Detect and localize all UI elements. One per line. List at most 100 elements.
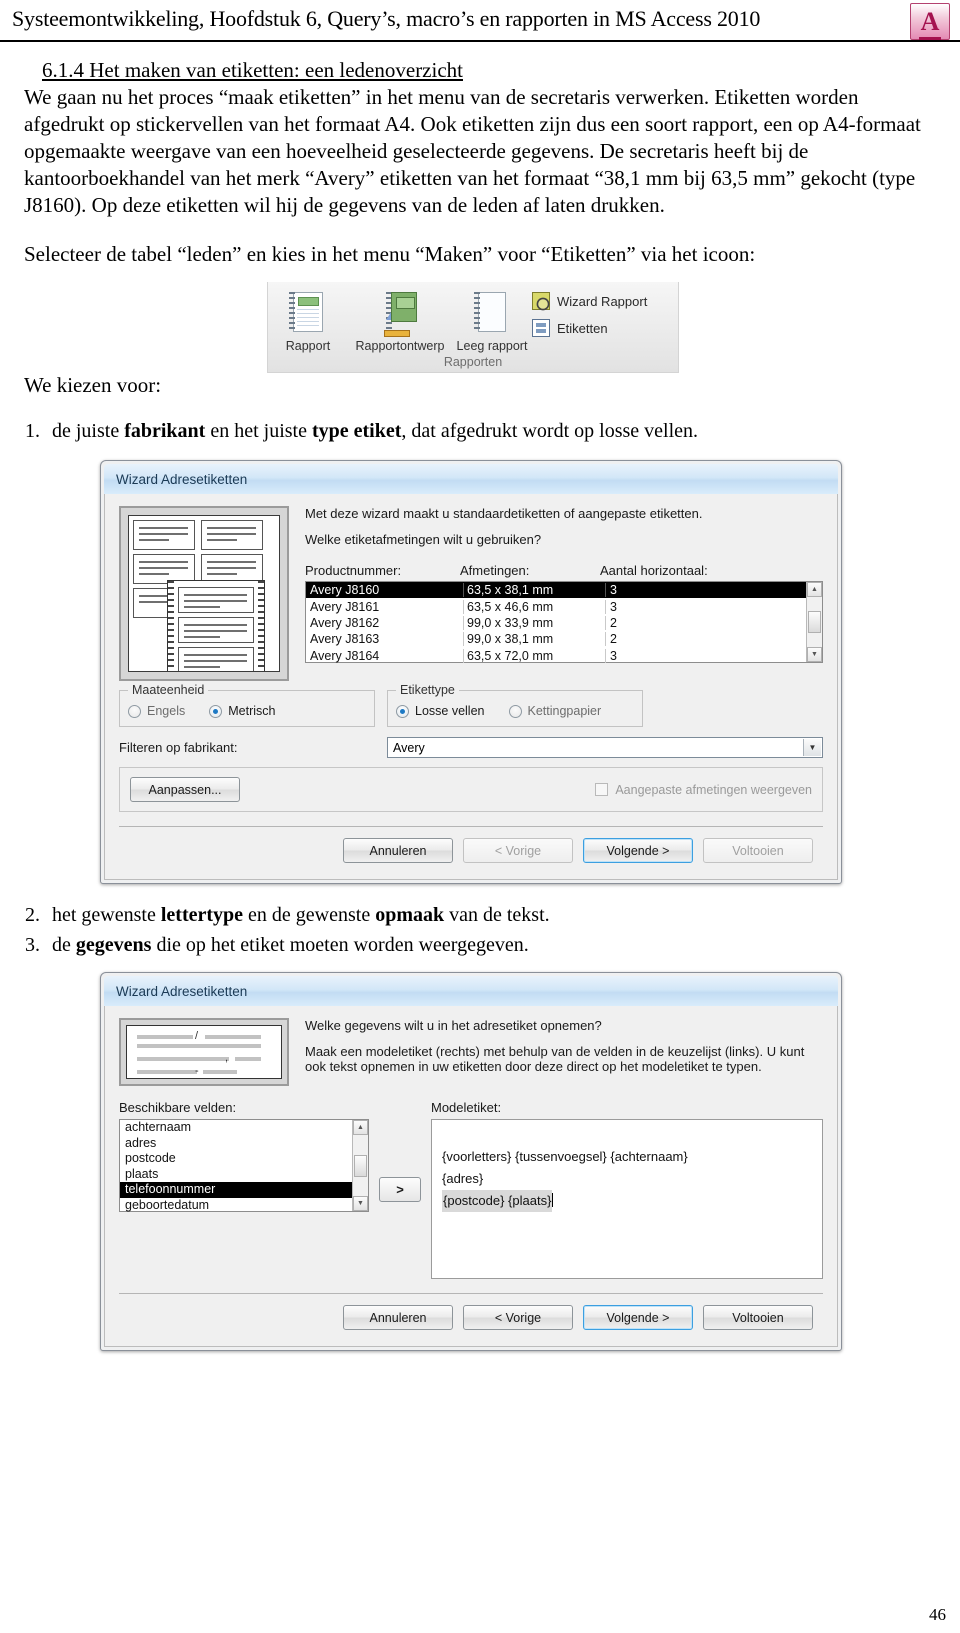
list-item-number: 2. xyxy=(25,904,40,926)
wizard-dialog-step1: Wizard Adresetiketten Met deze wizard ma… xyxy=(100,460,842,884)
radio-engels[interactable]: Engels xyxy=(128,704,185,718)
report-design-icon xyxy=(380,290,420,337)
scroll-down-arrow-icon[interactable]: ▼ xyxy=(353,1196,368,1211)
dialog1-titlebar: Wizard Adresetiketten xyxy=(104,464,838,494)
custom-sizes-checkbox[interactable] xyxy=(595,783,609,796)
scroll-up-arrow-icon[interactable]: ▲ xyxy=(353,1120,368,1135)
scroll-down-arrow-icon[interactable]: ▼ xyxy=(807,647,822,662)
cell-size: 99,0 x 33,9 mm xyxy=(463,615,605,630)
model-label-line: {adres} xyxy=(442,1171,484,1186)
unit-fieldset-legend: Maateenheid xyxy=(128,683,209,697)
cell-size: 63,5 x 46,6 mm xyxy=(463,599,605,614)
radio-kettingpapier-icon xyxy=(508,704,522,718)
manufacturer-combobox[interactable]: Avery ▼ xyxy=(387,737,823,758)
cell-across: 3 xyxy=(605,583,806,598)
label-size-row[interactable]: Avery J8160 63,5 x 38,1 mm 3 xyxy=(306,582,806,599)
cell-across: 2 xyxy=(605,615,806,630)
blank-report-icon xyxy=(472,290,512,336)
dialog1-question-1: Met deze wizard maakt u standaardetikett… xyxy=(305,506,703,521)
available-field-row[interactable]: achternaam xyxy=(120,1120,352,1136)
available-fields-listbox[interactable]: achternaam adres postcode plaats telefoonnum… xyxy=(119,1119,369,1212)
labeltype-fieldset-legend: Etikettype xyxy=(396,683,459,697)
radio-engels-icon xyxy=(128,704,141,718)
section-heading: 6.1.4 Het maken van etiketten: een leden… xyxy=(42,58,463,82)
report-document-icon xyxy=(288,290,328,336)
radio-losse-vellen[interactable]: Losse vellen xyxy=(396,704,485,718)
label-size-row[interactable]: Avery J8163 99,0 x 38,1 mm 2 xyxy=(306,631,806,647)
label-size-listbox[interactable]: Avery J8160 63,5 x 38,1 mm 3 Avery J8161 63,… xyxy=(305,581,823,663)
radio-engels-label: Engels xyxy=(147,704,186,718)
ribbon-button-rapportontwerp[interactable]: Rapportontwerp xyxy=(344,288,456,353)
dialog1-annuleren-button[interactable]: Annuleren xyxy=(343,838,453,863)
cell-size: 63,5 x 72,0 mm xyxy=(463,648,605,663)
scroll-up-arrow-icon[interactable]: ▲ xyxy=(807,582,822,597)
ribbon-item-wizard-rapport-label: Wizard Rapport xyxy=(557,293,648,309)
radio-metrisch[interactable]: Metrisch xyxy=(209,704,275,718)
unit-fieldset: Maateenheid Engels Metrisch xyxy=(119,683,375,727)
dialog2-annuleren-button[interactable]: Annuleren xyxy=(343,1305,453,1330)
radio-kettingpapier[interactable]: Kettingpapier xyxy=(508,704,602,718)
available-field-row[interactable]: telefoonnummer xyxy=(120,1182,352,1198)
scrollbar-thumb[interactable] xyxy=(808,611,821,633)
ribbon-screenshot: Rapport Rapportontwerp Leeg rapport Wiza… xyxy=(12,282,928,373)
ribbon-button-leeg-rapport[interactable]: Leeg rapport xyxy=(456,288,528,353)
ribbon-group-rapporten: Rapport Rapportontwerp Leeg rapport Wiza… xyxy=(267,282,679,373)
label-size-row[interactable]: Avery J8164 63,5 x 72,0 mm 3 xyxy=(306,648,806,664)
cell-product: Avery J8160 xyxy=(310,583,380,598)
radio-metrisch-label: Metrisch xyxy=(228,704,276,718)
we-kiezen-voor-text: We kiezen voor: xyxy=(24,373,162,397)
chevron-down-icon[interactable]: ▼ xyxy=(803,739,821,756)
listbox-scrollbar[interactable]: ▲ ▼ xyxy=(806,582,822,662)
cell-product: Avery J8164 xyxy=(310,648,380,663)
available-fields-label: Beschikbare velden: xyxy=(119,1100,237,1115)
cell-product: Avery J8163 xyxy=(310,632,380,647)
ribbon-item-wizard-rapport[interactable]: Wizard Rapport xyxy=(532,292,647,310)
available-field-row[interactable]: geboortedatum xyxy=(120,1198,352,1214)
ribbon-button-rapport[interactable]: Rapport xyxy=(272,288,344,353)
access-logo-letter: A xyxy=(920,6,940,36)
dialog1-button-row: Annuleren < Vorige Volgende > Voltooien xyxy=(119,827,823,869)
move-field-right-button[interactable]: > xyxy=(379,1177,421,1202)
dialog1-voltooien-button[interactable]: Voltooien xyxy=(703,838,813,863)
label-size-row[interactable]: Avery J8161 63,5 x 46,6 mm 3 xyxy=(306,598,806,614)
dialog2-voltooien-button[interactable]: Voltooien xyxy=(703,1305,813,1330)
dialog1-list-headers: Productnummer: Afmetingen: Aantal horizo… xyxy=(305,563,823,578)
wizard-dialog-step3: Wizard Adresetiketten / , - Welke gegeve… xyxy=(100,972,842,1351)
radio-kettingpapier-label: Kettingpapier xyxy=(527,704,602,718)
page-header: Systeemontwikkeling, Hoofdstuk 6, Query’… xyxy=(0,0,960,42)
model-label-editor[interactable]: {voorletters} {tussenvoegsel} {achternaa… xyxy=(431,1119,823,1279)
cell-across: 2 xyxy=(605,632,806,647)
available-field-row[interactable]: plaats xyxy=(120,1167,352,1183)
dialog2-vorige-button[interactable]: < Vorige xyxy=(463,1305,573,1330)
cell-product: Avery J8162 xyxy=(310,615,380,630)
scrollbar-thumb[interactable] xyxy=(354,1154,367,1177)
dialog2-titlebar: Wizard Adresetiketten xyxy=(104,976,838,1006)
fields-scrollbar[interactable]: ▲ ▼ xyxy=(352,1120,368,1211)
model-label-line: {postcode} {plaats} xyxy=(442,1190,822,1212)
ribbon-item-etiketten-label: Etiketten xyxy=(557,320,608,336)
model-label-caption: Modeletiket: xyxy=(431,1100,502,1115)
label-size-row[interactable]: Avery J8162 99,0 x 33,9 mm 2 xyxy=(306,615,806,631)
aanpassen-button[interactable]: Aanpassen... xyxy=(130,777,240,802)
ribbon-button-leeg-rapport-label: Leeg rapport xyxy=(456,339,528,353)
list-item: 2. het gewenste lettertype en de gewenst… xyxy=(12,900,928,930)
custom-sizes-checkbox-label: Aangepaste afmetingen weergeven xyxy=(615,782,812,797)
list-item: 3. de gegevens die op het etiket moeten … xyxy=(12,930,928,960)
ribbon-item-etiketten[interactable]: Etiketten xyxy=(532,319,647,337)
ribbon-button-rapportontwerp-label: Rapportontwerp xyxy=(355,339,445,353)
paragraph-select-table: Selecteer de tabel “leden” en kies in he… xyxy=(24,242,756,266)
available-field-row[interactable]: adres xyxy=(120,1136,352,1152)
cell-across: 3 xyxy=(605,599,806,614)
dialog1-volgende-button[interactable]: Volgende > xyxy=(583,838,693,863)
dialog2-volgende-button[interactable]: Volgende > xyxy=(583,1305,693,1330)
dialog1-label-preview xyxy=(119,506,289,681)
column-header-afmetingen: Afmetingen: xyxy=(460,563,530,578)
dialog1-vorige-button[interactable]: < Vorige xyxy=(463,838,573,863)
dialog1-title: Wizard Adresetiketten xyxy=(116,471,248,487)
list-item-text: de juiste fabrikant en het juiste type e… xyxy=(52,420,698,442)
labeltype-fieldset: Etikettype Losse vellen Kettingpapier xyxy=(387,683,643,727)
custom-sizes-checkbox-row[interactable]: Aangepaste afmetingen weergeven xyxy=(595,783,812,797)
available-field-row[interactable]: postcode xyxy=(120,1151,352,1167)
radio-metrisch-icon xyxy=(209,704,223,718)
dialog2-label-preview: / , - xyxy=(119,1018,289,1086)
